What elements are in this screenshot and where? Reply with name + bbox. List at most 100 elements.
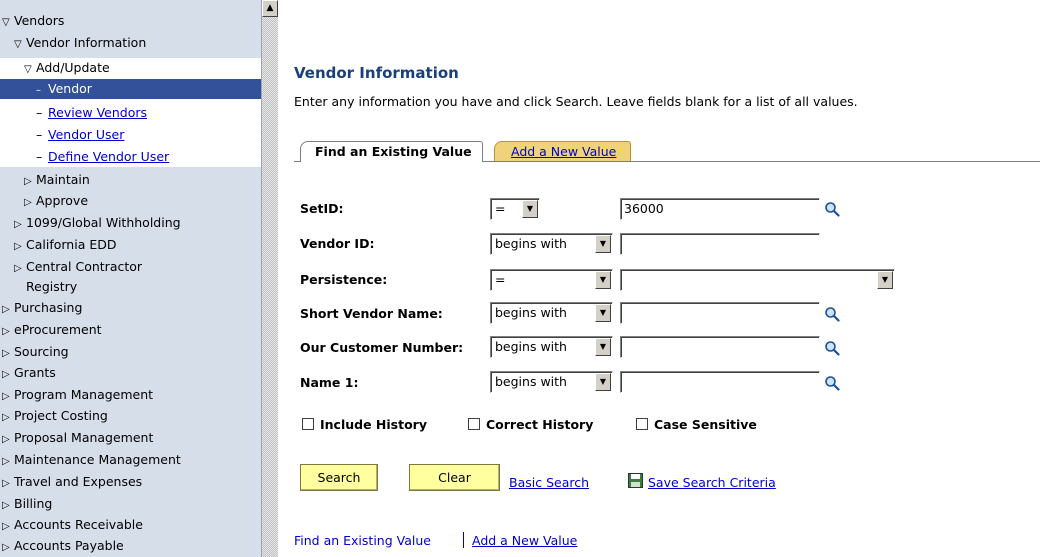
menu-item-vendors[interactable]: ▽ Vendors (2, 11, 64, 30)
our-customer-number-label: Our Customer Number: (300, 340, 464, 355)
menu-item-eprocurement[interactable]: ▷ eProcurement (2, 320, 102, 339)
short-vendor-name-input[interactable] (620, 302, 820, 324)
vendor-id-operator-select[interactable]: begins with ▼ (490, 233, 613, 255)
menu-item-program-management[interactable]: ▷ Program Management (2, 385, 153, 404)
menu-item-link[interactable]: Review Vendors (48, 105, 147, 120)
menu-item-link[interactable]: Define Vendor User (48, 149, 169, 164)
correct-history-label: Correct History (486, 417, 594, 432)
lookup-magnifier-icon[interactable] (824, 201, 840, 217)
vendor-id-input[interactable] (620, 233, 820, 255)
collapsed-triangle-icon: ▷ (2, 412, 10, 423)
menu-item-accounts-receivable[interactable]: ▷ Accounts Receivable (2, 515, 143, 534)
dash-icon: – (36, 105, 43, 120)
menu-item-label: Project Costing (14, 408, 108, 423)
menu-item-accounts-payable[interactable]: ▷ Accounts Payable (2, 536, 124, 555)
menu-item-1099-global-withholding[interactable]: ▷ 1099/Global Withholding (14, 213, 181, 232)
footer-add-new-link[interactable]: Add a New Value (472, 533, 577, 548)
name1-operator-select[interactable]: begins with ▼ (490, 371, 613, 393)
dropdown-arrow-icon[interactable]: ▼ (595, 304, 611, 322)
menu-item-label: Registry (26, 279, 78, 294)
menu-item-label: Add/Update (36, 60, 110, 75)
footer-find-existing-link[interactable]: Find an Existing Value (294, 533, 431, 548)
checkbox-icon[interactable] (636, 418, 648, 430)
scroll-up-arrow-icon[interactable]: ▲ (262, 0, 278, 17)
dash-icon: – (36, 149, 43, 164)
basic-search-link[interactable]: Basic Search (509, 475, 589, 490)
lookup-magnifier-icon[interactable] (824, 375, 840, 391)
dropdown-arrow-icon[interactable]: ▼ (595, 373, 611, 391)
search-button[interactable]: Search (300, 464, 378, 491)
menu-item-label: Central Contractor (26, 259, 143, 274)
collapsed-triangle-icon: ▷ (2, 348, 10, 359)
collapsed-triangle-icon: ▷ (2, 434, 10, 445)
dash-icon: – (36, 85, 41, 96)
menu-item-label: Maintain (36, 172, 90, 187)
menu-item-maintain[interactable]: ▷ Maintain (24, 170, 90, 189)
menu-item-vendor-information[interactable]: ▽ Vendor Information (14, 33, 146, 52)
collapsed-triangle-icon: ▷ (2, 456, 10, 467)
menu-item-label: Maintenance Management (14, 452, 181, 467)
page-title: Vendor Information (294, 64, 459, 82)
short-vendor-name-operator-select[interactable]: begins with ▼ (490, 302, 613, 324)
menu-item-purchasing[interactable]: ▷ Purchasing (2, 298, 82, 317)
case-sensitive-checkbox[interactable]: Case Sensitive (636, 417, 757, 432)
our-customer-number-operator-value: begins with (495, 339, 567, 354)
expanded-triangle-icon: ▽ (24, 64, 32, 75)
menu-item-travel-and-expenses[interactable]: ▷ Travel and Expenses (2, 472, 142, 491)
menu-item-vendor[interactable]: – Vendor (36, 79, 92, 98)
menu-item-link[interactable]: Vendor User (48, 127, 124, 142)
dropdown-arrow-icon[interactable]: ▼ (595, 271, 611, 289)
checkbox-icon[interactable] (302, 418, 314, 430)
correct-history-checkbox[interactable]: Correct History (468, 417, 593, 432)
dropdown-arrow-icon[interactable]: ▼ (522, 200, 538, 218)
menu-item-label: Accounts Receivable (14, 517, 143, 532)
menu-item-approve[interactable]: ▷ Approve (24, 191, 88, 210)
menu-item-registry[interactable]: Registry (14, 277, 77, 296)
menu-item-label: Accounts Payable (14, 538, 124, 553)
menu-item-central-contractor[interactable]: ▷ Central Contractor (14, 257, 142, 276)
menu-item-label: Approve (36, 193, 89, 208)
dropdown-arrow-icon[interactable]: ▼ (877, 271, 893, 289)
tab-find-existing-value[interactable]: Find an Existing Value (300, 141, 483, 162)
menu-item-billing[interactable]: ▷ Billing (2, 494, 52, 513)
dropdown-arrow-icon[interactable]: ▼ (595, 235, 611, 253)
lookup-magnifier-icon[interactable] (824, 306, 840, 322)
our-customer-number-operator-select[interactable]: begins with ▼ (490, 336, 613, 358)
menu-item-review-vendors[interactable]: – Review Vendors (36, 103, 147, 122)
name1-input[interactable] (620, 371, 820, 393)
menu-item-vendor-user[interactable]: – Vendor User (36, 125, 124, 144)
dropdown-arrow-icon[interactable]: ▼ (595, 338, 611, 356)
menu-item-california-edd[interactable]: ▷ California EDD (14, 235, 116, 254)
collapsed-triangle-icon: ▷ (14, 219, 22, 230)
setid-input[interactable]: 36000 (620, 198, 820, 220)
checkbox-icon[interactable] (468, 418, 480, 430)
menu-item-label: Purchasing (14, 300, 83, 315)
menu-item-define-vendor-user[interactable]: – Define Vendor User (36, 147, 169, 166)
collapsed-triangle-icon: ▷ (2, 478, 10, 489)
tab-add-new-value[interactable]: Add a New Value (494, 141, 632, 161)
menu-item-grants[interactable]: ▷ Grants (2, 363, 56, 382)
save-search-criteria-link[interactable]: Save Search Criteria (648, 475, 776, 490)
menu-item-sourcing[interactable]: ▷ Sourcing (2, 342, 69, 361)
our-customer-number-input[interactable] (620, 336, 820, 358)
clear-button[interactable]: Clear (409, 464, 500, 491)
menu-scrollbar[interactable] (262, 0, 278, 557)
menu-item-maintenance-management[interactable]: ▷ Maintenance Management (2, 450, 181, 469)
persistence-operator-select[interactable]: = ▼ (490, 269, 613, 291)
save-floppy-icon[interactable] (628, 473, 643, 488)
menu-item-project-costing[interactable]: ▷ Project Costing (2, 406, 108, 425)
persistence-value-select[interactable]: ▼ (620, 269, 895, 291)
include-history-checkbox[interactable]: Include History (302, 417, 427, 432)
menu-item-proposal-management[interactable]: ▷ Proposal Management (2, 428, 153, 447)
setid-operator-select[interactable]: = ▼ (490, 198, 540, 220)
expanded-triangle-icon: ▽ (14, 39, 22, 50)
persistence-operator-value: = (495, 272, 506, 287)
menu-item-label: Sourcing (14, 344, 69, 359)
collapsed-triangle-icon: ▷ (2, 542, 10, 553)
setid-label: SetID: (300, 201, 344, 216)
short-vendor-name-label: Short Vendor Name: (300, 306, 443, 321)
menu-item-label: Travel and Expenses (14, 474, 143, 489)
lookup-magnifier-icon[interactable] (824, 340, 840, 356)
collapsed-triangle-icon: ▷ (24, 176, 32, 187)
menu-item-add-update[interactable]: ▽ Add/Update (24, 58, 110, 77)
